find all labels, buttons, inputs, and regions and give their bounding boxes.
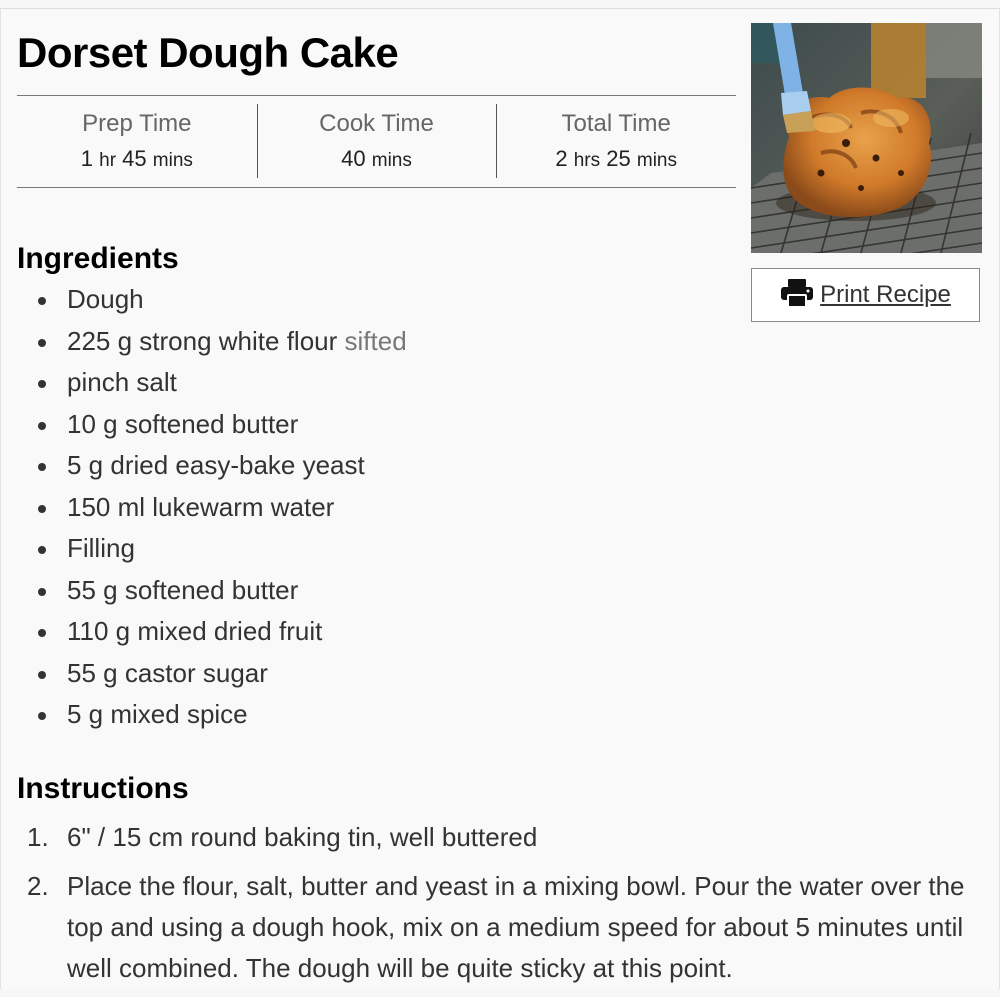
prep-time: Prep Time 1 hr 45 mins: [17, 96, 257, 187]
ingredient-text: 5 g mixed spice: [67, 699, 248, 729]
instruction-text: 6" / 15 cm round baking tin, well butter…: [67, 822, 538, 852]
ingredient-item: 55 g softened butter: [1, 570, 407, 612]
ingredient-text: 110 g mixed dried fruit: [67, 616, 323, 646]
instructions-heading: Instructions: [17, 772, 189, 805]
ingredient-text: 55 g castor sugar: [67, 657, 268, 688]
ingredient-item: pinch salt: [1, 362, 407, 404]
ingredients-list: Dough 225 g strong white flour sifted pi…: [1, 279, 407, 736]
ingredient-item: 5 g dried easy-bake yeast: [1, 445, 407, 487]
instruction-text: Place the flour, salt, butter and yeast …: [67, 871, 965, 983]
cook-time-label: Cook Time: [319, 110, 434, 137]
recipe-times: Prep Time 1 hr 45 mins Cook Time 40 mins…: [17, 95, 736, 188]
ingredient-text: 5 g dried easy-bake yeast: [67, 450, 365, 480]
ingredient-text: pinch salt: [67, 367, 177, 397]
prep-time-minutes-unit: mins: [152, 150, 193, 171]
prep-time-label: Prep Time: [82, 110, 192, 137]
ingredient-text: 55 g softened butter: [67, 574, 299, 605]
ingredient-item: 225 g strong white flour sifted: [1, 321, 407, 363]
ingredient-note: sifted: [344, 325, 407, 356]
prep-time-hours-unit: hr: [99, 150, 117, 171]
instructions-list: 1. 6" / 15 cm round baking tin, well but…: [1, 817, 991, 997]
total-time-minutes-unit: mins: [636, 150, 677, 171]
prep-time-value: 1 hr 45 mins: [17, 146, 257, 174]
recipe-card: Dorset Dough Cake Prep Time 1 hr 45 mins…: [0, 8, 1000, 989]
ingredient-text: Dough: [67, 284, 144, 314]
ingredient-item: Filling: [1, 528, 407, 570]
ingredient-text: 150 ml lukewarm water: [67, 491, 335, 522]
prep-time-minutes: 45: [122, 146, 147, 171]
total-time-hours-unit: hrs: [573, 150, 601, 171]
total-time-hours: 2: [555, 146, 568, 171]
instruction-step: 2. Place the flour, salt, butter and yea…: [1, 866, 991, 989]
instruction-step: 1. 6" / 15 cm round baking tin, well but…: [1, 817, 991, 858]
print-recipe-label: Print Recipe: [820, 281, 951, 308]
instruction-number: 2.: [27, 871, 49, 901]
ingredient-item: 55 g castor sugar: [1, 653, 407, 695]
ingredient-text: Filling: [67, 533, 135, 563]
ingredient-item: 110 g mixed dried fruit: [1, 611, 407, 653]
ingredient-item: 5 g mixed spice: [1, 694, 407, 736]
prep-time-hours: 1: [80, 146, 94, 171]
cook-time-minutes: 40: [341, 146, 366, 171]
ingredient-item: 10 g softened butter: [1, 404, 407, 446]
ingredients-heading: Ingredients: [17, 242, 179, 275]
recipe-photo: [751, 23, 982, 253]
total-time-minutes: 25: [606, 146, 631, 171]
total-time: Total Time 2 hrs 25 mins: [496, 96, 736, 187]
recipe-title: Dorset Dough Cake: [17, 29, 399, 76]
print-recipe-button[interactable]: Print Recipe: [751, 268, 980, 322]
ingredient-text: 225 g strong white flour: [67, 325, 338, 356]
cook-time-minutes-unit: mins: [371, 150, 412, 171]
instruction-number: 1.: [27, 822, 49, 852]
total-time-value: 2 hrs 25 mins: [496, 146, 736, 174]
printer-icon: [780, 278, 814, 313]
cook-time: Cook Time 40 mins: [256, 96, 497, 187]
cook-time-value: 40 mins: [257, 146, 497, 174]
ingredient-text: 10 g softened butter: [67, 408, 299, 439]
ingredient-item: Dough: [1, 279, 407, 321]
ingredient-item: 150 ml lukewarm water: [1, 487, 407, 529]
total-time-label: Total Time: [561, 110, 671, 137]
